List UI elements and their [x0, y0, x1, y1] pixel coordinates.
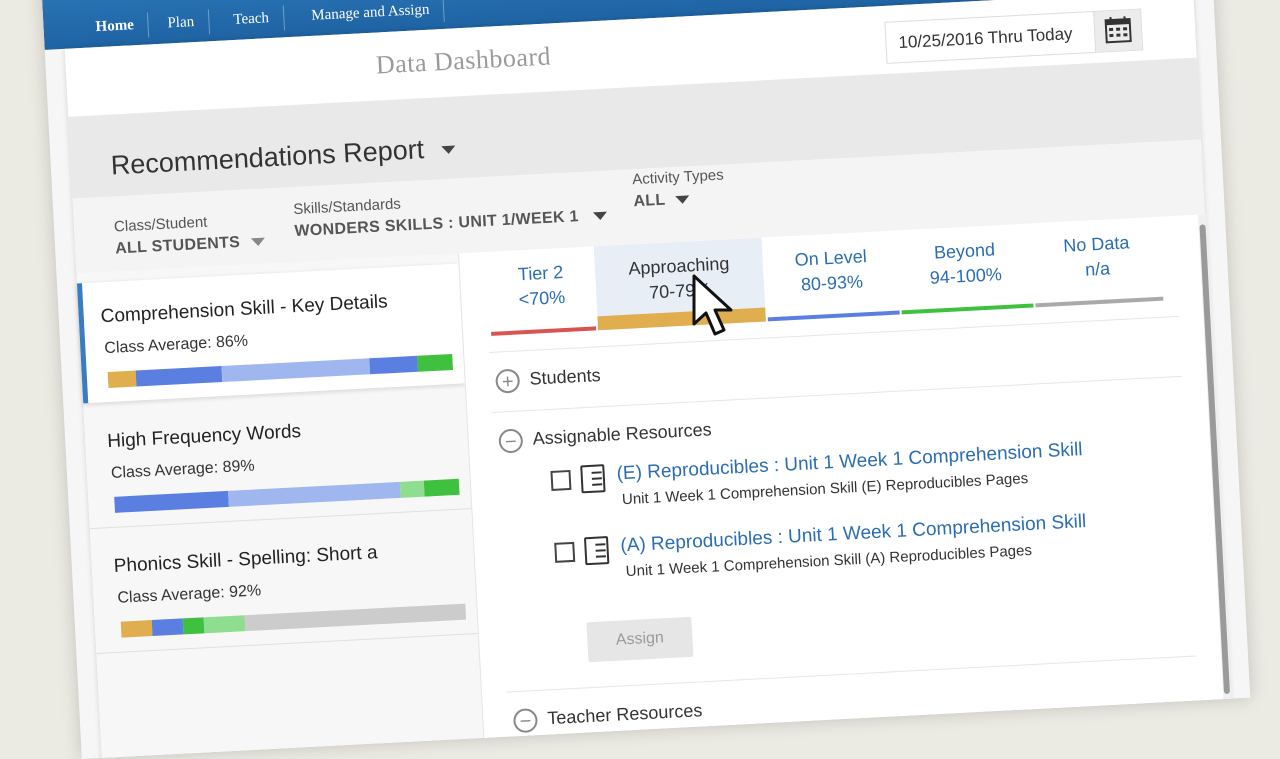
assign-button[interactable]: Assign: [586, 617, 693, 662]
scrollbar[interactable]: [1198, 214, 1232, 709]
activity-types-dropdown[interactable]: ALL: [633, 190, 690, 211]
recommendations-panel: Tier 2<70%Approaching70-79%On Level80-93…: [458, 214, 1232, 748]
bar-segment: [400, 481, 425, 498]
score-distribution-bar: [108, 354, 453, 388]
assignable-resources-label: Assignable Resources: [532, 419, 712, 448]
class-student-dropdown[interactable]: ALL STUDENTS: [115, 233, 266, 259]
report-title: Recommendations Report: [110, 134, 425, 180]
bar-segment: [108, 371, 136, 388]
students-section-toggle[interactable]: + Students: [495, 364, 601, 393]
bar-segment: [203, 615, 245, 633]
tier-name: Tier 2: [487, 247, 594, 289]
class-average: Class Average: 92%: [117, 582, 262, 608]
activity-types-value: ALL: [633, 192, 666, 211]
resource-checkbox[interactable]: [554, 542, 575, 563]
bar-segment: [183, 617, 204, 634]
score-distribution-bar: [121, 604, 466, 638]
skill-name: Phonics Skill - Spelling: Short a: [113, 542, 378, 578]
class-average: Class Average: 89%: [111, 457, 256, 483]
tier-color-bar: [902, 303, 1034, 314]
skills-standards-label: Skills/Standards: [293, 195, 401, 218]
class-average: Class Average: 86%: [104, 333, 249, 359]
bar-segment: [121, 620, 153, 638]
skills-list: Comprehension Skill - Key Details Class A…: [76, 254, 483, 759]
skill-card[interactable]: Phonics Skill - Spelling: Short a Class A…: [90, 513, 478, 654]
minus-circle-icon: −: [513, 708, 538, 733]
assignable-resources-toggle[interactable]: −Assignable Resources: [498, 419, 712, 454]
tier-tab[interactable]: Beyond94-100%: [897, 224, 1033, 315]
class-student-value: ALL STUDENTS: [115, 234, 241, 258]
skill-name: High Frequency Words: [107, 421, 302, 453]
bar-segment: [221, 358, 370, 382]
skill-card[interactable]: Comprehension Skill - Key Details Class A…: [77, 264, 465, 405]
tier-tab[interactable]: Tier 2<70%: [487, 247, 596, 336]
bar-segment: [369, 356, 418, 375]
tier-color-bar: [1035, 297, 1163, 308]
tier-tab[interactable]: No Datan/a: [1031, 217, 1163, 308]
plus-circle-icon: +: [495, 368, 520, 393]
bar-segment: [228, 482, 401, 507]
mouse-cursor-icon: [688, 272, 748, 342]
tier-tab[interactable]: On Level80-93%: [764, 231, 900, 322]
bar-segment: [245, 604, 466, 632]
report-selector[interactable]: Recommendations Report: [110, 133, 456, 182]
activity-types-label: Activity Types: [632, 167, 724, 189]
bar-segment: [424, 479, 459, 497]
calendar-icon: [1094, 9, 1142, 51]
chevron-down-icon: [593, 211, 607, 220]
bar-segment: [418, 354, 453, 372]
nav-tab-manage-assign[interactable]: Manage and Assign: [297, 0, 445, 30]
class-student-label: Class/Student: [114, 214, 208, 236]
tier-range: <70%: [489, 283, 595, 313]
screen: Home Plan Teach Manage and Assign Data D…: [40, 0, 1250, 759]
calendar-button[interactable]: [1093, 9, 1142, 51]
tier-color-bar: [768, 310, 900, 321]
nav-tab-teach[interactable]: Teach: [219, 5, 285, 33]
students-section-label: Students: [529, 365, 601, 389]
score-distribution-bar: [114, 479, 459, 513]
date-range-text: 10/25/2016 Thru Today: [898, 24, 1073, 53]
page-title: Data Dashboard: [375, 41, 552, 80]
teacher-resources-toggle[interactable]: −Teacher Resources: [513, 699, 703, 733]
nav-tab-home[interactable]: Home: [81, 12, 150, 40]
document-checklist-icon: [584, 536, 609, 565]
nav-tab-plan[interactable]: Plan: [153, 9, 210, 37]
teacher-resources-label: Teacher Resources: [547, 700, 703, 728]
scrollbar-thumb[interactable]: [1199, 224, 1230, 694]
tier-range: n/a: [1033, 254, 1162, 286]
date-range-picker[interactable]: 10/25/2016 Thru Today: [884, 8, 1143, 63]
tier-color-bar: [491, 326, 596, 335]
bar-segment: [135, 366, 222, 386]
document-checklist-icon: [580, 464, 605, 493]
dashboard-card: Data Dashboard 10/25/2016 Thru Today R: [65, 0, 1231, 759]
chevron-down-icon: [676, 195, 690, 204]
skill-name: Comprehension Skill - Key Details: [100, 291, 388, 328]
bar-segment: [114, 491, 229, 513]
resource-checkbox[interactable]: [550, 470, 571, 491]
chevron-down-icon: [441, 145, 455, 154]
bar-segment: [152, 618, 184, 636]
skill-card[interactable]: High Frequency Words Class Average: 89%: [84, 388, 472, 529]
chevron-down-icon: [251, 237, 265, 246]
minus-circle-icon: −: [498, 428, 523, 453]
